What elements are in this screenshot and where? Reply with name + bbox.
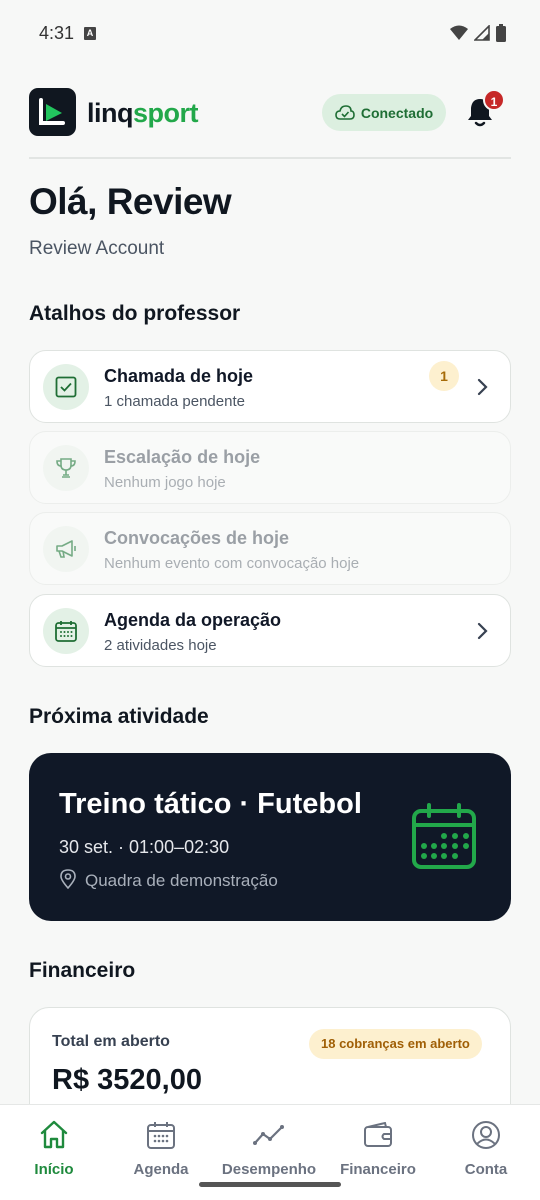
connection-status-badge: Conectado xyxy=(322,94,446,131)
shortcut-subtitle: 1 chamada pendente xyxy=(104,393,245,410)
shortcut-chamada[interactable]: Chamada de hoje 1 chamada pendente 1 xyxy=(29,350,511,423)
nav-item-inicio[interactable]: Início xyxy=(4,1119,104,1178)
logo-part-sport: sport xyxy=(133,98,199,128)
signal-icon xyxy=(474,25,490,41)
cloud-check-icon xyxy=(335,104,355,120)
shortcut-title: Chamada de hoje xyxy=(104,366,254,386)
nav-item-desempenho[interactable]: Desempenho xyxy=(219,1119,319,1178)
shortcut-convocacoes: Convocações de hoje Nenhum evento com co… xyxy=(29,512,511,585)
app-logo-icon xyxy=(29,88,76,136)
calendar-icon xyxy=(43,608,89,654)
user-circle-icon xyxy=(472,1121,500,1149)
shortcut-title: Escalação de hoje xyxy=(104,447,261,467)
notification-count-badge: 1 xyxy=(483,89,505,111)
header-divider xyxy=(29,157,511,159)
battery-icon xyxy=(496,24,506,42)
activity-datetime: 30 set. · 01:00–02:30 xyxy=(59,837,230,857)
open-charges-badge: 18 cobranças em aberto xyxy=(309,1029,482,1059)
home-icon xyxy=(40,1120,68,1149)
shortcut-title: Convocações de hoje xyxy=(104,528,290,548)
nav-label: Início xyxy=(34,1161,74,1178)
status-bar: 4:31 A xyxy=(0,0,540,68)
nav-item-agenda[interactable]: Agenda xyxy=(111,1119,211,1178)
page-title: Olá, Review xyxy=(29,181,232,222)
location-pin-icon xyxy=(60,869,76,889)
chevron-right-icon xyxy=(477,622,488,640)
nav-label: Financeiro xyxy=(340,1161,416,1178)
logo-part-linq: linq xyxy=(87,98,134,128)
app-logo-wordmark: linqsport xyxy=(87,98,199,129)
wallet-icon xyxy=(364,1122,392,1147)
app-header: linqsport Conectado 1 xyxy=(29,88,511,138)
shortcut-subtitle: 2 atividades hoje xyxy=(104,637,217,654)
chevron-right-icon xyxy=(477,378,488,396)
shortcut-subtitle: Nenhum jogo hoje xyxy=(104,474,226,491)
nav-label: Conta xyxy=(464,1161,508,1178)
nav-item-financeiro[interactable]: Financeiro xyxy=(328,1119,428,1178)
calendar-icon xyxy=(147,1122,175,1149)
notification-app-icon: A xyxy=(84,27,96,40)
megaphone-icon xyxy=(43,526,89,572)
financial-section-title: Financeiro xyxy=(29,959,136,982)
status-time: 4:31 xyxy=(39,23,75,43)
shortcut-title: Agenda da operação xyxy=(104,610,282,630)
wifi-icon xyxy=(450,25,468,40)
shortcuts-section-title: Atalhos do professor xyxy=(29,302,241,325)
next-activity-section-title: Próxima atividade xyxy=(29,705,209,728)
nav-label: Desempenho xyxy=(221,1161,317,1178)
activity-location: Quadra de demonstração xyxy=(85,871,278,890)
checkbox-icon xyxy=(43,364,89,410)
financial-label: Total em aberto xyxy=(52,1033,170,1050)
trend-icon xyxy=(253,1125,284,1145)
pending-count-badge: 1 xyxy=(429,361,459,391)
activity-name: Treino tático · Futebol xyxy=(59,788,362,820)
home-indicator[interactable] xyxy=(199,1182,341,1187)
shortcut-subtitle: Nenhum evento com convocação hoje xyxy=(104,555,360,572)
nav-item-conta[interactable]: Conta xyxy=(436,1119,536,1178)
shortcut-escalacao: Escalação de hoje Nenhum jogo hoje xyxy=(29,431,511,504)
nav-label: Agenda xyxy=(133,1161,189,1178)
system-icons xyxy=(450,24,506,42)
connection-status-label: Conectado xyxy=(360,104,434,121)
calendar-icon xyxy=(412,803,476,869)
account-name: Review Account xyxy=(29,238,165,259)
next-activity-card[interactable]: Treino tático · Futebol 30 set. · 01:00–… xyxy=(29,753,511,921)
shortcut-agenda[interactable]: Agenda da operação 2 atividades hoje xyxy=(29,594,511,667)
financial-total-value: R$ 3520,00 xyxy=(52,1064,202,1096)
trophy-icon xyxy=(43,445,89,491)
